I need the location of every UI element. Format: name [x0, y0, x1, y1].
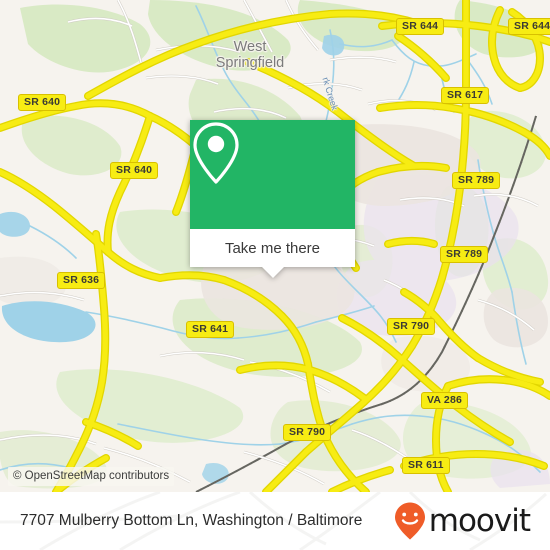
road-shield[interactable]: SR 641 [186, 321, 235, 338]
road-shield[interactable]: SR 790 [387, 318, 436, 335]
popup-tail [261, 267, 284, 278]
road-shield[interactable]: SR 644 [508, 18, 550, 35]
moovit-wordmark: moovit [428, 502, 531, 539]
location-popup[interactable]: Take me there [190, 120, 355, 278]
road-shield[interactable]: SR 636 [57, 272, 106, 289]
map-canvas[interactable]: West Springfield rk Creek SR 640 SR 640 … [0, 0, 550, 492]
moovit-logo[interactable]: moovit [393, 501, 531, 541]
moovit-pin-icon [394, 502, 425, 540]
map-attribution[interactable]: © OpenStreetMap contributors [8, 467, 175, 486]
address-text: 7707 Mulberry Bottom Ln, Washington / Ba… [20, 512, 363, 529]
road-shield[interactable]: SR 790 [283, 424, 332, 441]
road-shield[interactable]: SR 611 [402, 457, 450, 474]
road-shield[interactable]: SR 789 [440, 246, 489, 263]
map-card: West Springfield rk Creek SR 640 SR 640 … [0, 0, 550, 550]
popup-cta-area[interactable]: Take me there [190, 229, 355, 267]
road-shield[interactable]: SR 789 [452, 172, 501, 189]
road-shield[interactable]: VA 286 [421, 392, 469, 409]
road-shield[interactable]: SR 644 [396, 18, 445, 35]
popup-image-area [190, 120, 355, 229]
road-shield[interactable]: SR 640 [18, 94, 67, 111]
map-pin-icon [193, 122, 239, 184]
footer-bar: 7707 Mulberry Bottom Ln, Washington / Ba… [0, 492, 550, 550]
road-shield[interactable]: SR 617 [441, 87, 490, 104]
road-shield[interactable]: SR 640 [110, 162, 159, 179]
take-me-there-label: Take me there [224, 239, 321, 257]
